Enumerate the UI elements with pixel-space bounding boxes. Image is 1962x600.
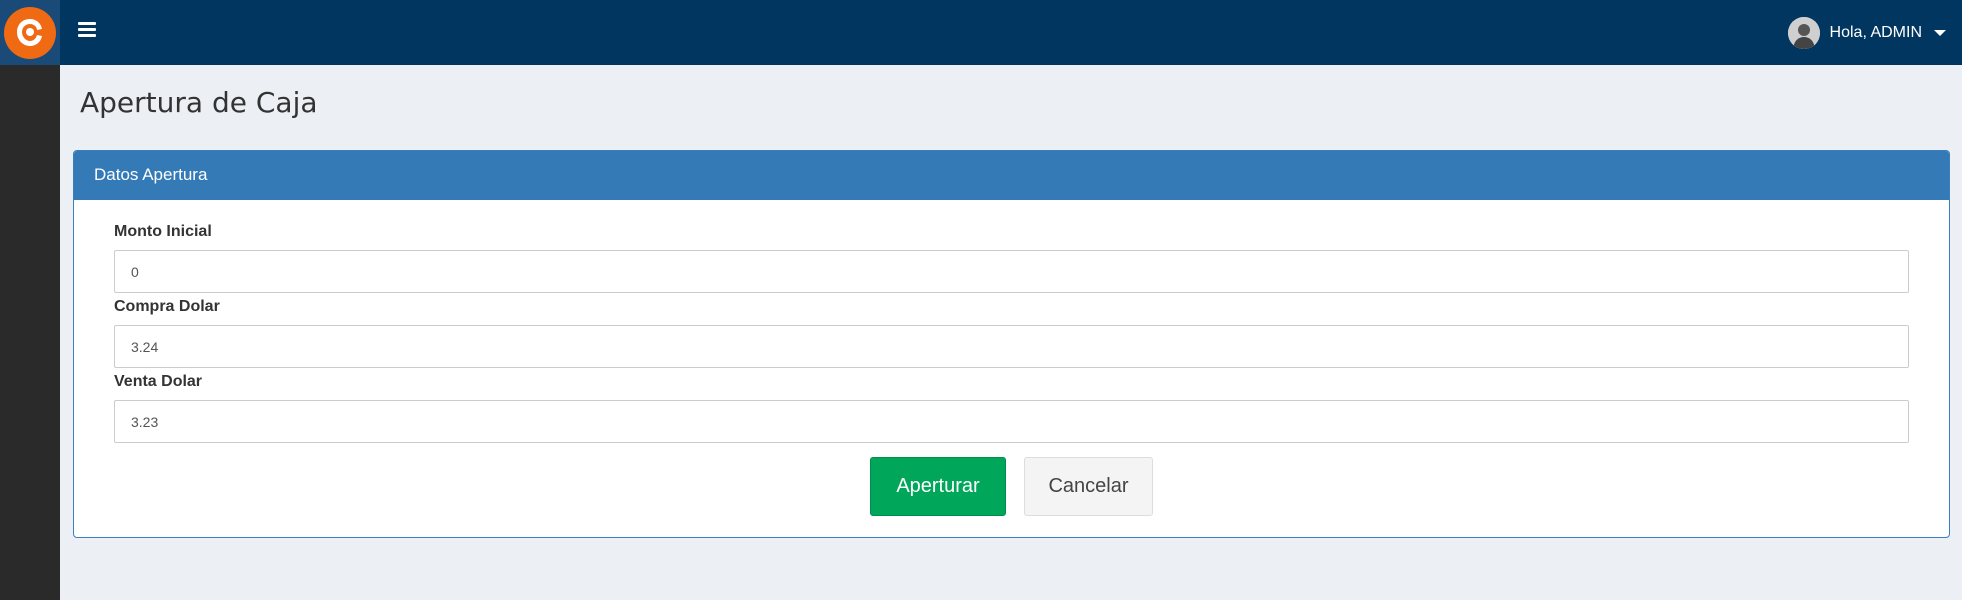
aperturar-button[interactable]: Aperturar [870,457,1006,516]
compra-dolar-input[interactable] [114,325,1909,368]
monto-inicial-input[interactable] [114,250,1909,293]
sidebar-toggle-button[interactable] [78,22,96,40]
venta-dolar-input[interactable] [114,400,1909,443]
avatar [1787,17,1820,49]
apertura-panel: Datos Apertura Monto Inicial Compra Dola… [73,150,1950,538]
user-greeting: Hola, ADMIN [1829,24,1922,41]
chevron-down-icon [1934,30,1946,36]
app-logo[interactable] [0,0,60,65]
panel-heading: Datos Apertura [74,151,1949,200]
phoenix-logo-icon [17,18,42,46]
top-navbar: Hola, ADMIN [0,0,1962,65]
user-avatar-icon [1787,17,1820,49]
compra-dolar-label: Compra Dolar [114,298,220,315]
logo-icon [4,6,56,59]
sidebar [0,65,60,600]
monto-inicial-label: Monto Inicial [114,223,212,240]
venta-dolar-label: Venta Dolar [114,373,203,390]
hamburger-icon [78,22,96,25]
user-menu[interactable]: Hola, ADMIN [1787,16,1946,50]
cancel-button[interactable]: Cancelar [1024,457,1153,516]
page-title: Apertura de Caja [80,86,318,119]
